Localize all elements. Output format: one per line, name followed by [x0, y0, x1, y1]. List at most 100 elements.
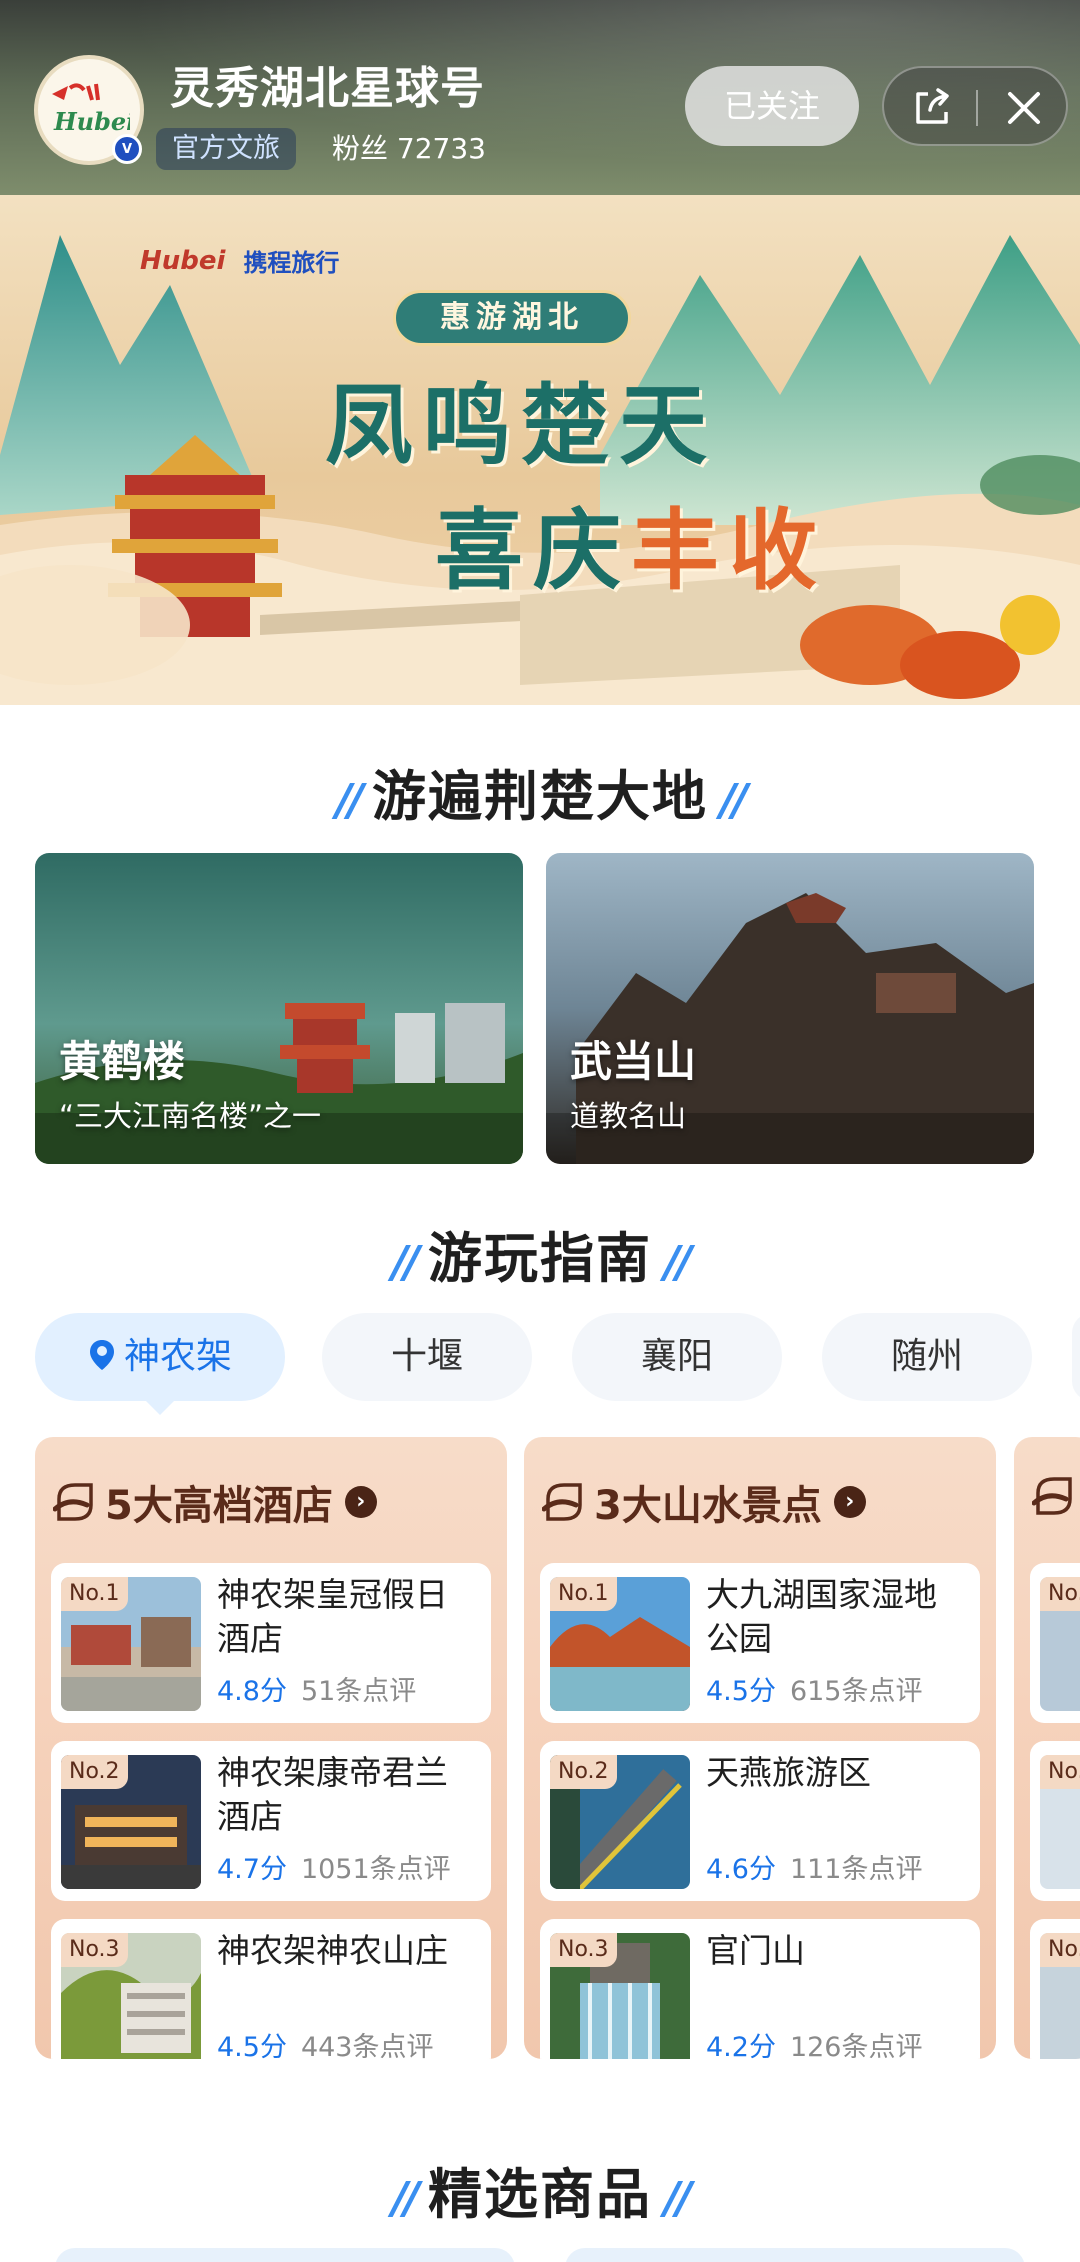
hubei-logo-icon: Hubei: [52, 83, 130, 136]
fans-count: 粉丝 72733: [332, 132, 486, 165]
review-count: 615条点评: [789, 1676, 923, 1707]
ranking-item[interactable]: No.2 神农架康帝君兰酒店 4.7分 1051条点评: [51, 1741, 491, 1901]
hotel-photo: No.1: [61, 1577, 201, 1711]
attractions-title-text: 游遍荆楚大地: [372, 765, 708, 828]
rank-number: No.3: [61, 1933, 128, 1967]
scenic-photo: No.2: [550, 1755, 690, 1889]
product-card-peek[interactable]: [565, 2248, 1025, 2262]
ranking-header-icon: [1032, 1477, 1072, 1515]
item-name: 大九湖国家湿地公园: [706, 1575, 937, 1658]
ranking-card-hotels[interactable]: 5大高档酒店 › No.1 神农架皇冠假日酒店 4.8分 51条点评 No.2 神…: [35, 1437, 507, 2059]
review-count: 126条点评: [789, 2032, 923, 2059]
ranking-card-partial[interactable]: No.1 No.2 No.3: [1014, 1437, 1080, 2059]
city-tab-xiangyang[interactable]: 襄阳: [572, 1313, 782, 1401]
product-card-peek[interactable]: [55, 2248, 515, 2262]
ranking-header[interactable]: 5大高档酒店 ›: [53, 1473, 377, 1531]
attraction-name: 黄鹤楼: [59, 1037, 186, 1086]
title-deco-right-icon: //: [720, 774, 748, 826]
item-score: 4.5分 443条点评: [217, 2025, 434, 2059]
follow-button[interactable]: 已关注: [685, 66, 859, 146]
products-title-text: 精选商品: [428, 2163, 652, 2226]
ranking-item[interactable]: No.1: [1030, 1563, 1080, 1723]
attraction-card-wudang[interactable]: 武当山 道教名山: [546, 853, 1034, 1164]
ranking-title: 5大高档酒店: [105, 1483, 333, 1529]
rank-number: No.1: [61, 1577, 128, 1611]
attractions-section-title: //游遍荆楚大地//: [0, 752, 1080, 831]
location-pin-icon: [89, 1340, 114, 1370]
score-value: 4.5分: [706, 1676, 776, 1707]
promo-banner[interactable]: Hubei 携程旅行 惠游湖北 凤鸣楚天 喜庆丰收: [0, 195, 1080, 705]
banner-title-line1: 凤鸣楚天: [325, 373, 718, 477]
rank-number: No.3: [550, 1933, 617, 1967]
svg-text:Hubei: Hubei: [53, 107, 130, 136]
attraction-card-yellow-crane[interactable]: 黄鹤楼 “三大江南名楼”之一: [35, 853, 523, 1164]
guide-section-title: //游玩指南//: [0, 1214, 1080, 1293]
rank-number: No.2: [1040, 1755, 1080, 1789]
banner-ctrip-logo: 携程旅行: [243, 249, 340, 277]
ranking-item[interactable]: No.1 大九湖国家湿地公园 4.5分 615条点评: [540, 1563, 980, 1723]
attraction-subtitle: 道教名山: [570, 1099, 687, 1133]
banner-title-line2-a: 喜庆: [435, 498, 632, 602]
scenic-icon: [542, 1483, 582, 1521]
city-tab-partial[interactable]: [1072, 1313, 1080, 1401]
hotel-photo: No.3: [61, 1933, 201, 2059]
official-badge: 官方文旅: [156, 128, 296, 170]
ranking-item[interactable]: No.2 天燕旅游区 4.6分 111条点评: [540, 1741, 980, 1901]
ranking-header[interactable]: 3大山水景点 ›: [542, 1473, 866, 1531]
item-photo: No.1: [1040, 1577, 1080, 1711]
review-count: 443条点评: [300, 2032, 434, 2059]
title-deco-left-icon: //: [335, 774, 364, 826]
close-icon[interactable]: [1002, 86, 1046, 130]
banner-tag: 惠游湖北: [393, 290, 631, 346]
score-value: 4.2分: [706, 2032, 776, 2059]
city-tab-label: 神农架: [123, 1336, 232, 1377]
ranking-item[interactable]: No.3 神农架神农山庄 4.5分 443条点评: [51, 1919, 491, 2059]
share-icon[interactable]: [910, 86, 954, 130]
ranking-item[interactable]: No.3 官门山 4.2分 126条点评: [540, 1919, 980, 2059]
rank-number: No.1: [550, 1577, 617, 1611]
chevron-right-icon: ›: [833, 1486, 866, 1518]
ranking-item[interactable]: No.2: [1030, 1741, 1080, 1901]
review-count: 111条点评: [789, 1854, 923, 1885]
banner-title-line2: 喜庆丰收: [435, 480, 827, 607]
attraction-subtitle: “三大江南名楼”之一: [59, 1099, 322, 1133]
ranking-item[interactable]: No.1 神农架皇冠假日酒店 4.8分 51条点评: [51, 1563, 491, 1723]
city-tab-shiyan[interactable]: 十堰: [322, 1313, 532, 1401]
item-photo: No.2: [1040, 1755, 1080, 1889]
title-deco-right-icon: //: [664, 1236, 692, 1288]
city-tab-shennongjia[interactable]: 神农架: [35, 1313, 285, 1415]
title-deco-right-icon: //: [664, 2172, 692, 2224]
header-actions: [882, 66, 1068, 146]
item-name: 神农架皇冠假日酒店: [217, 1575, 448, 1658]
score-value: 4.7分: [217, 1854, 287, 1885]
ranking-item[interactable]: No.3: [1030, 1919, 1080, 2059]
products-section-title: //精选商品//: [0, 2150, 1080, 2229]
rank-number: No.3: [1040, 1933, 1080, 1967]
account-name: 灵秀湖北星球号: [170, 63, 485, 114]
verified-icon: V: [112, 134, 142, 164]
item-name: 神农架神农山庄: [217, 1931, 448, 1970]
title-deco-left-icon: //: [391, 1236, 420, 1288]
item-score: 4.7分 1051条点评: [217, 1847, 451, 1886]
ranking-card-scenic[interactable]: 3大山水景点 › No.1 大九湖国家湿地公园 4.5分 615条点评 No.2 …: [524, 1437, 996, 2059]
account-header: Hubei V 灵秀湖北星球号 官方文旅 粉丝 72733 已关注: [0, 0, 1080, 195]
score-value: 4.6分: [706, 1854, 776, 1885]
item-score: 4.2分 126条点评: [706, 2025, 923, 2059]
scenic-photo: No.3: [550, 1933, 690, 2059]
item-name: 天燕旅游区: [706, 1753, 871, 1792]
city-tab-label: 襄阳: [640, 1336, 713, 1377]
city-tab-suizhou[interactable]: 随州: [822, 1313, 1032, 1401]
item-score: 4.6分 111条点评: [706, 1847, 923, 1886]
chevron-right-icon: ›: [344, 1486, 377, 1518]
item-score: 4.5分 615条点评: [706, 1669, 923, 1708]
guide-title-text: 游玩指南: [428, 1227, 652, 1290]
title-deco-left-icon: //: [391, 2172, 420, 2224]
score-value: 4.5分: [217, 2032, 287, 2059]
rank-number: No.2: [550, 1755, 617, 1789]
hotel-bed-icon: [53, 1483, 93, 1521]
banner-logos: Hubei 携程旅行: [140, 243, 339, 278]
item-photo: No.3: [1040, 1933, 1080, 2059]
attraction-name: 武当山: [570, 1037, 697, 1086]
review-count: 51条点评: [300, 1676, 417, 1707]
pill-divider: [976, 90, 978, 126]
